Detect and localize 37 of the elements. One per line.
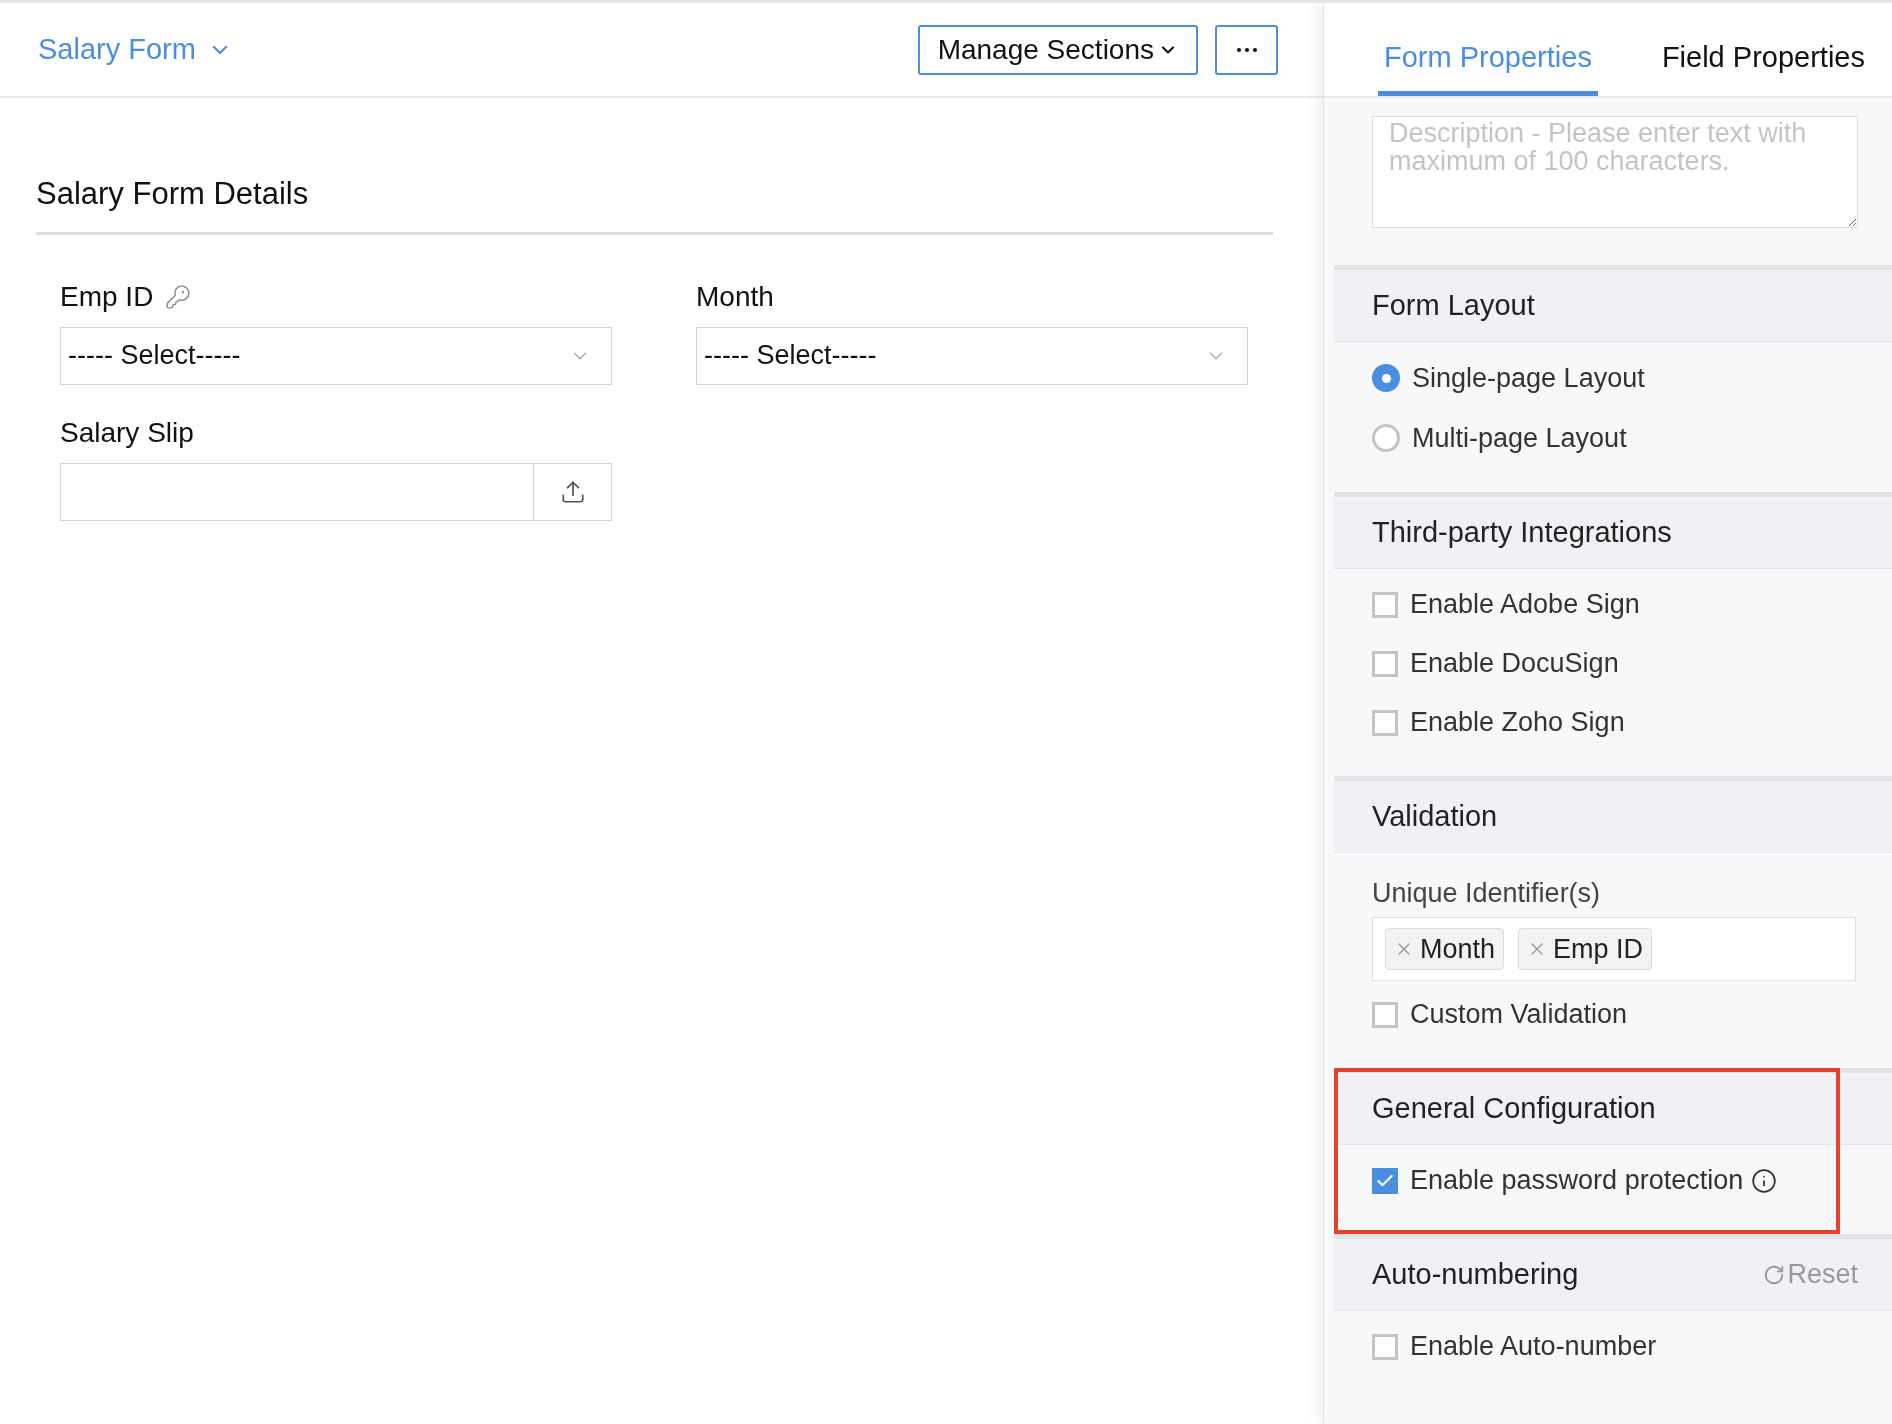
description-field[interactable]: Description - Please enter text with maximum of 100 characters. <box>1372 116 1858 228</box>
checkbox-label: Enable Auto-number <box>1410 1330 1657 1364</box>
select-dropdown[interactable]: ----- Select----- <box>60 326 612 385</box>
checkbox-label: Enable DocuSign <box>1410 647 1619 681</box>
more-options-button[interactable] <box>1215 24 1278 75</box>
section-header: Validation <box>1334 781 1892 853</box>
field-label: Emp ID <box>60 279 154 314</box>
checkbox-label: Enable Zoho Sign <box>1410 706 1625 740</box>
field-label: Unique Identifier(s) <box>1372 877 1602 910</box>
tag-chip[interactable]: Emp ID <box>1518 928 1653 970</box>
checkbox-label: Enable password protection <box>1410 1164 1744 1198</box>
field-label: Month <box>696 279 774 314</box>
panel-tab[interactable]: Field Properties <box>1655 24 1871 96</box>
section-header: Auto-numbering Reset <box>1334 1239 1892 1311</box>
radio-label: Multi-page Layout <box>1412 421 1627 455</box>
radio-button[interactable] <box>1372 424 1400 452</box>
radio-button[interactable] <box>1372 364 1400 392</box>
checkbox[interactable] <box>1372 1001 1398 1028</box>
checkbox[interactable] <box>1372 591 1398 618</box>
field-label: Salary Slip <box>60 415 194 450</box>
section-title: Salary Form Details <box>36 171 1273 235</box>
section-header: Form Layout <box>1334 270 1892 342</box>
file-upload-field[interactable] <box>60 462 612 521</box>
section-header: Third-party Integrations <box>1334 497 1892 569</box>
checkbox-label: Custom Validation <box>1410 998 1628 1032</box>
checkbox[interactable] <box>1372 650 1398 677</box>
tags-input-field[interactable]: Month Emp ID <box>1372 917 1856 981</box>
reset-icon <box>1763 1263 1786 1286</box>
checkbox-label: Enable Adobe Sign <box>1410 588 1640 622</box>
checkbox[interactable] <box>1372 1333 1398 1360</box>
checkbox[interactable] <box>1372 709 1398 736</box>
radio-label: Single-page Layout <box>1412 361 1645 395</box>
checkbox[interactable] <box>1372 1167 1398 1194</box>
more-icon <box>1236 47 1257 52</box>
tag-chip[interactable]: Month <box>1385 928 1505 970</box>
select-dropdown[interactable]: ----- Select----- <box>696 326 1248 385</box>
manage-sections-button[interactable]: Manage Sections <box>917 24 1198 75</box>
